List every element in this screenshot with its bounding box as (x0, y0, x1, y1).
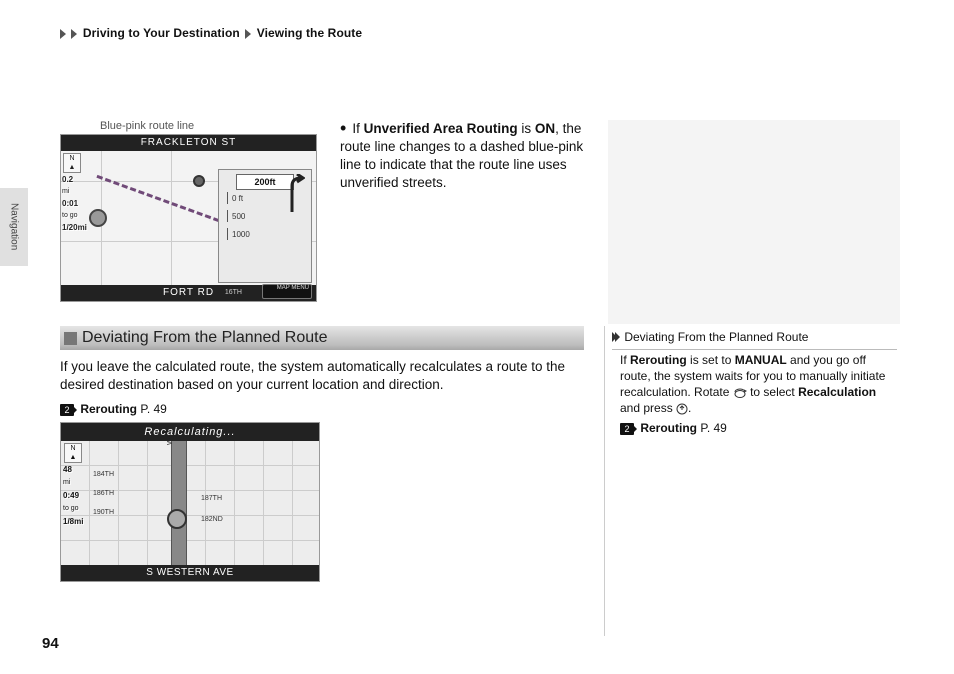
rotary-dial-icon (733, 387, 747, 399)
xref-icon: 2 (620, 423, 634, 435)
map-menu-button: MAP MENU (262, 284, 312, 299)
time-label: to go (62, 212, 78, 219)
txt: to select (747, 385, 798, 399)
figure-caption: Blue-pink route line (100, 120, 320, 132)
breadcrumb-level1: Driving to Your Destination (83, 26, 240, 40)
txt: is set to (687, 353, 735, 367)
sidebar-tint (608, 120, 900, 324)
section-heading-deviating: Deviating From the Planned Route (60, 326, 584, 350)
xref-label: Rerouting (80, 402, 137, 416)
turn-distance-ladder: 0 ft 500 1000 (227, 192, 250, 246)
column-divider (604, 326, 605, 636)
map-scale: 1/20mi (62, 223, 87, 232)
breadcrumb-level2: Viewing the Route (257, 26, 363, 40)
distance-unit: mi (63, 478, 97, 488)
street-label: 186TH (93, 490, 114, 497)
section-tab-label: Navigation (9, 203, 20, 250)
txt-bold: Rerouting (630, 353, 687, 367)
txt: If (620, 353, 630, 367)
street-labels-left: 184TH 186TH 190TH (93, 459, 114, 528)
txt: and press (620, 401, 676, 415)
map-scale: 1/8mi (63, 517, 83, 526)
compass-arrow: ▲ (65, 453, 81, 462)
xref-page: P. 49 (700, 421, 726, 435)
bullet-icon: • (340, 118, 346, 138)
sidebar-heading-label: Deviating From the Planned Route (624, 330, 808, 344)
street-label: 187TH (201, 495, 223, 502)
trip-info: 48 mi 0:49 to go 1/8mi (63, 465, 97, 530)
breadcrumb: Driving to Your Destination Viewing the … (60, 26, 362, 40)
double-chevron-icon (612, 331, 618, 345)
next-street-label: FORT RD (163, 285, 214, 301)
street-label: 190TH (93, 509, 114, 516)
txt-bold: MANUAL (735, 353, 787, 367)
cross-street-label: 16TH (225, 285, 242, 301)
txt-bold: Recalculation (798, 385, 876, 399)
remaining-time: 0:49 (63, 491, 79, 500)
compass-icon: N ▲ (64, 443, 82, 463)
sidebar-body: If Rerouting is set to MANUAL and you go… (620, 352, 890, 436)
remaining-distance: 48 (63, 465, 72, 474)
turn-guidance-panel: 200ft 0 ft 500 1000 (218, 169, 312, 283)
chevron-right-icon (71, 29, 77, 39)
section-tab-navigation: Navigation (0, 188, 28, 266)
street-labels-right: 187TH 182ND (201, 481, 223, 537)
xref-label: Rerouting (640, 421, 697, 435)
compass-n: N (64, 154, 80, 163)
section-heading-label: Deviating From the Planned Route (82, 329, 327, 347)
current-street-bar: S WESTERN AVE (61, 565, 319, 581)
trip-info: 0.2 mi 0:01 to go 1/20mi (62, 175, 92, 235)
recalculating-bar: Recalculating... (61, 423, 319, 441)
current-street-bar: FRACKLETON ST (61, 135, 316, 151)
sidebar-heading: Deviating From the Planned Route (612, 330, 897, 350)
compass-arrow: ▲ (64, 163, 80, 172)
heading-square-icon (64, 332, 77, 345)
ladder-1: 500 (227, 210, 250, 222)
bullet-unverified-routing: •If Unverified Area Routing is ON, the r… (340, 120, 585, 192)
txt-bold: Unverified Area Routing (364, 121, 518, 136)
txt: If (352, 121, 363, 136)
xref-icon: 2 (60, 404, 74, 416)
distance-unit: mi (62, 188, 69, 195)
txt: . (688, 401, 691, 415)
destination-icon (193, 175, 205, 187)
body-paragraph: If you leave the calculated route, the s… (60, 359, 565, 392)
remaining-time: 0:01 (62, 199, 78, 208)
enter-button-icon (676, 403, 688, 415)
xref-page: P. 49 (140, 402, 166, 416)
body-text: If you leave the calculated route, the s… (60, 358, 586, 418)
nav-screenshot-recalculating: WESTERN Recalculating... N ▲ 48 mi 0:49 … (60, 422, 320, 582)
txt: is (518, 121, 535, 136)
compass-icon: N ▲ (63, 153, 81, 173)
street-label: 184TH (93, 471, 114, 478)
highway-icon (171, 441, 187, 565)
compass-n: N (65, 444, 81, 453)
chevron-right-icon (60, 29, 66, 39)
street-label: 182ND (201, 516, 223, 523)
ladder-0: 0 ft (227, 192, 250, 204)
cross-reference-rerouting: 2 Rerouting P. 49 (620, 420, 890, 436)
page-number: 94 (42, 635, 59, 652)
vehicle-position-icon (167, 509, 187, 529)
time-label: to go (63, 504, 97, 514)
txt-bold: ON (535, 121, 555, 136)
chevron-right-icon (245, 29, 251, 39)
remaining-distance: 0.2 (62, 175, 73, 184)
cross-reference-rerouting: 2 Rerouting P. 49 (60, 400, 586, 418)
ladder-2: 1000 (227, 228, 250, 240)
turn-arrow-icon (279, 174, 305, 214)
nav-screenshot-unverified-route: FRACKLETON ST N ▲ 0.2 mi 0:01 to go 1/20… (60, 134, 317, 302)
